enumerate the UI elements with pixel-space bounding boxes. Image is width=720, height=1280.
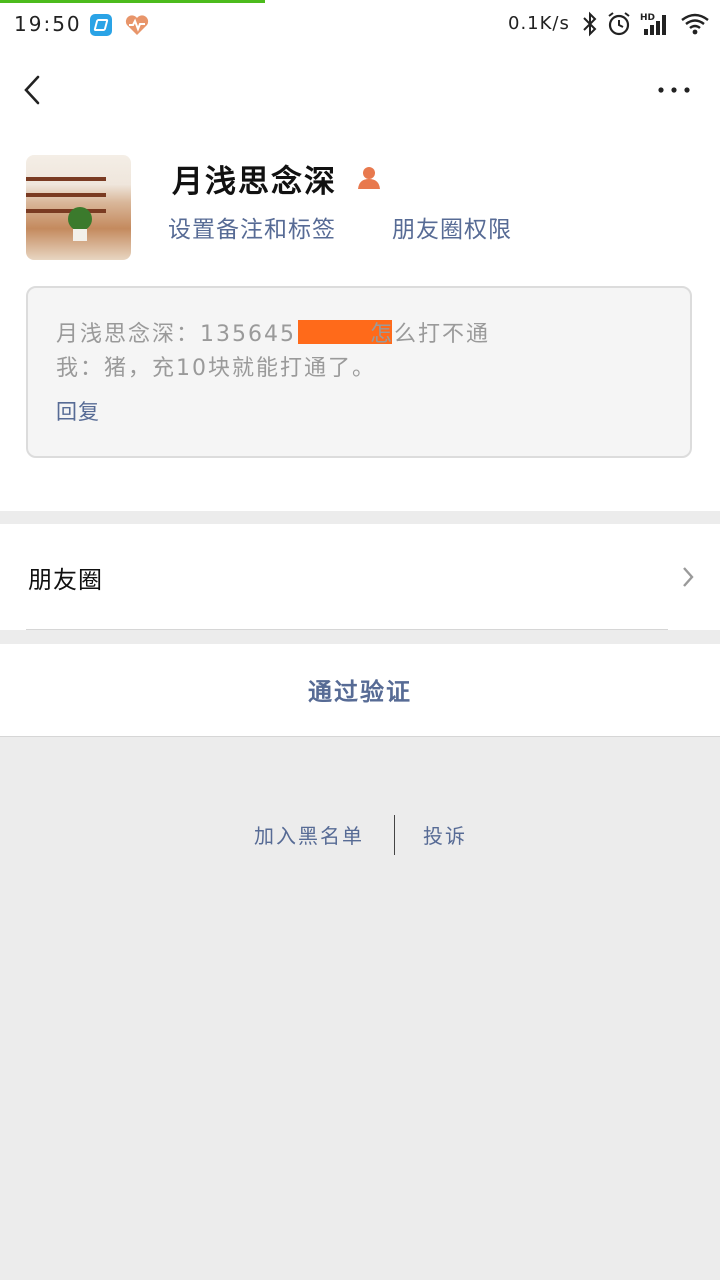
chevron-right-icon: [683, 567, 694, 587]
back-button[interactable]: [18, 75, 48, 105]
app-notification-icon: [90, 14, 112, 36]
wifi-icon: [681, 13, 709, 35]
signal-icon: HD: [640, 13, 666, 35]
health-heart-icon: [125, 15, 149, 36]
page-load-progress: [0, 0, 265, 3]
alarm-icon: [608, 12, 630, 36]
moments-label: 朋友圈: [28, 566, 103, 594]
moments-permission-link[interactable]: 朋友圈权限: [392, 210, 512, 244]
message-line-2: 我：猪，充10块就能打通了。: [56, 356, 376, 381]
status-bar: 19:50 0.1K/s HD: [0, 0, 720, 50]
message-line-1-prefix: 月浅思念深：135645: [56, 322, 296, 347]
moments-row[interactable]: 朋友圈: [0, 524, 720, 630]
network-speed: 0.1K/s: [508, 13, 570, 34]
verify-row[interactable]: 通过验证: [0, 644, 720, 737]
reply-link[interactable]: 回复: [56, 396, 100, 426]
more-dots-icon[interactable]: [656, 80, 692, 100]
bluetooth-icon: [583, 11, 597, 37]
set-remark-link[interactable]: 设置备注和标签: [168, 210, 336, 244]
accept-verification-button[interactable]: 通过验证: [0, 672, 720, 707]
contact-name: 月浅思念深: [172, 164, 337, 200]
report-link[interactable]: 投诉: [423, 820, 467, 849]
person-icon: [358, 167, 380, 189]
message-line-1-suffix: 怎么打不通: [369, 322, 490, 347]
avatar[interactable]: [26, 155, 131, 260]
add-to-blacklist-link[interactable]: 加入黑名单: [254, 820, 364, 849]
signal-hd-label: HD: [640, 13, 655, 23]
message-line-1: 月浅思念深：135645 怎么打不通: [56, 316, 490, 348]
verification-message-box: 月浅思念深：135645 怎么打不通 我：猪，充10块就能打通了。 回复: [26, 286, 692, 458]
divider: [26, 629, 668, 630]
status-time: 19:50: [14, 12, 82, 36]
link-divider: [394, 815, 395, 855]
